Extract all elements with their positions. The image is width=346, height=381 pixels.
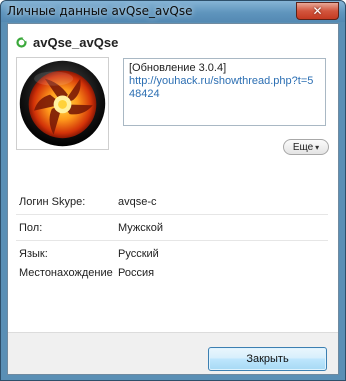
online-status-icon [16,37,27,48]
language-value: Русский [118,248,159,260]
profile-display-name: avQse_avQse [33,35,119,50]
divider [16,214,328,215]
skype-login-value: avqse-c [118,196,157,208]
avatar[interactable] [16,57,109,150]
location-value: Россия [118,267,155,279]
more-button[interactable]: Еще ▾ [283,139,329,155]
close-button[interactable]: Закрыть [208,347,327,371]
mood-text: [Обновление 3.0.4] [129,62,227,74]
skype-login-label: Логин Skype: [19,196,86,208]
location-label: Местонахождение [19,267,113,279]
mood-link[interactable]: http://youhack.ru/showthread.php?t=54842… [129,75,319,101]
profile-panel: avQse_avQse [Обновление 3.0.4] http://yo… [7,23,339,375]
avatar-image [19,60,106,147]
language-label: Язык: [19,248,48,260]
close-icon: ✕ [312,4,323,18]
more-button-label: Еще [292,141,314,153]
profile-header: avQse_avQse [16,35,118,50]
divider [16,240,328,241]
gender-label: Пол: [19,222,43,234]
gender-value: Мужской [118,222,163,234]
window-close-button[interactable]: ✕ [296,2,339,20]
profile-window: Личные данные avQse_avQse ✕ avQse_avQse [0,0,346,381]
close-button-label: Закрыть [246,353,289,365]
chevron-down-icon: ▾ [315,142,320,152]
title-bar[interactable]: Личные данные avQse_avQse ✕ [1,1,345,22]
window-title: Личные данные avQse_avQse [7,4,193,18]
mood-message-box: [Обновление 3.0.4] http://youhack.ru/sho… [123,58,326,126]
